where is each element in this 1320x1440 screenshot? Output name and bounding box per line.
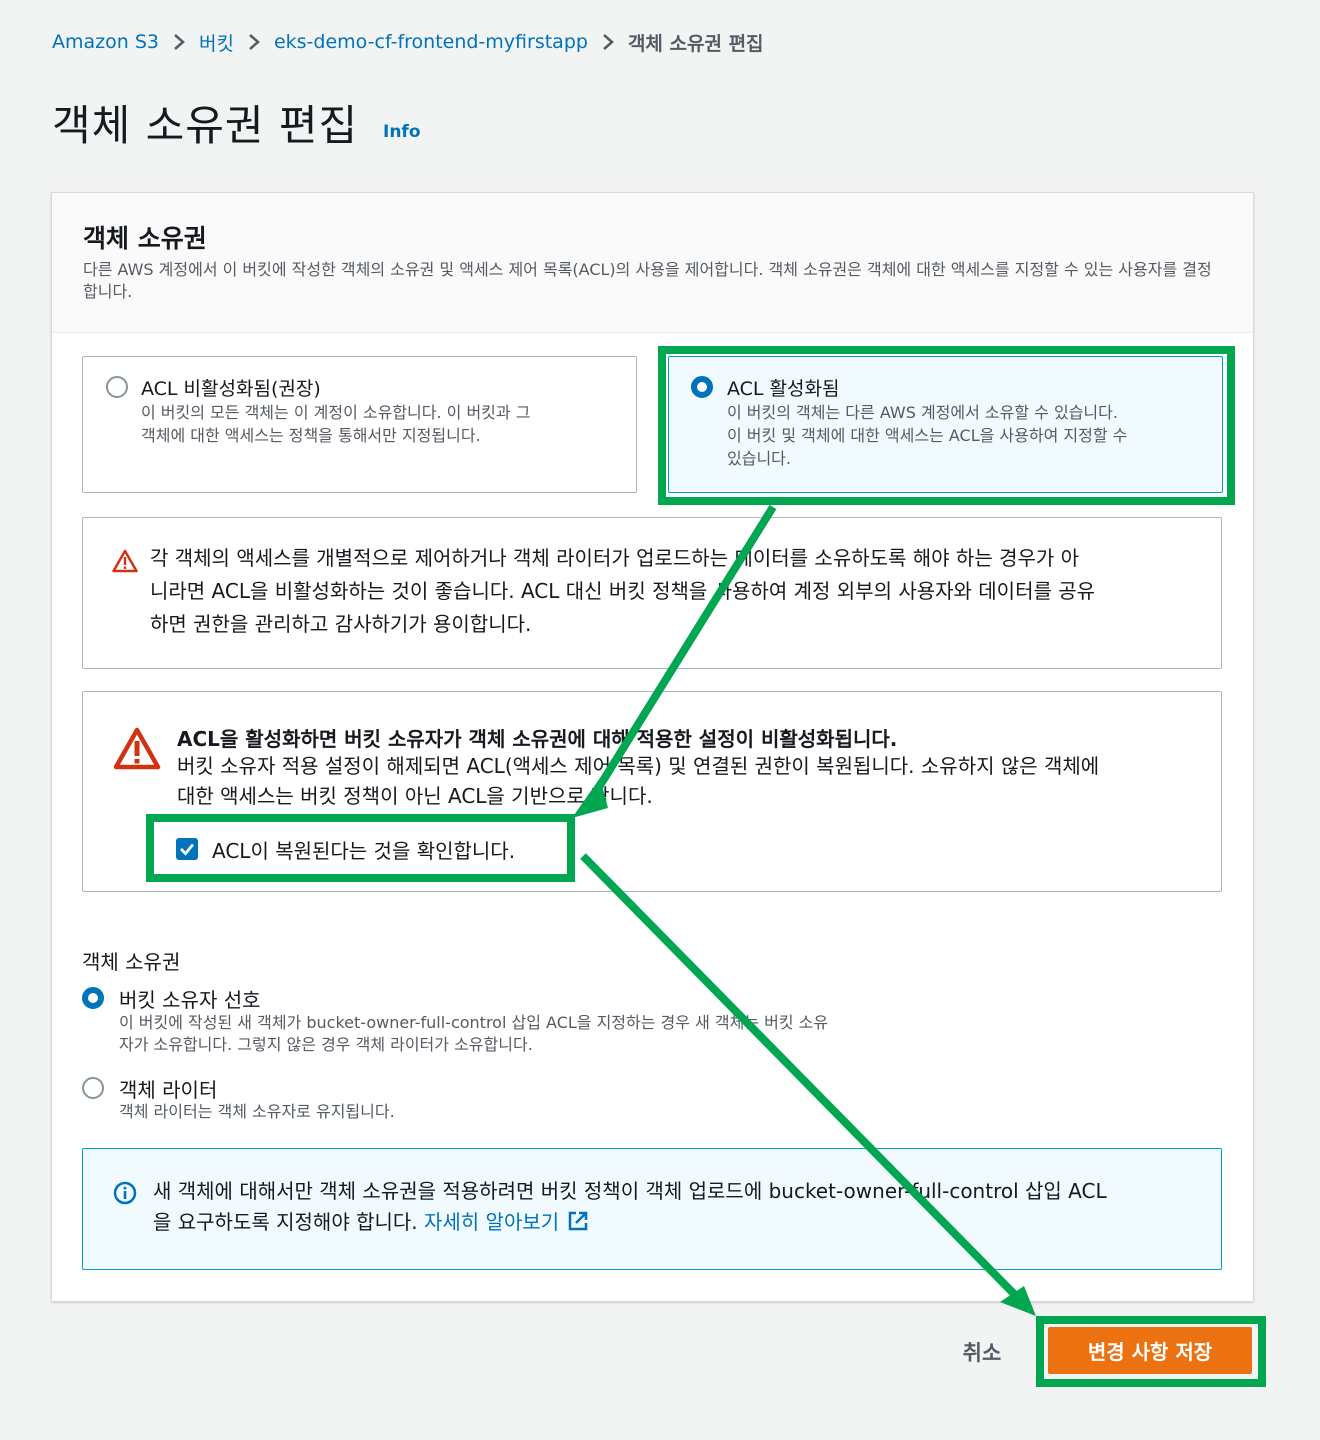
panel-title: 객체 소유권 <box>83 224 207 253</box>
acl-recommendation-alert: 각 객체의 액세스를 개별적으로 제어하거나 객체 라이터가 업로드하는 데이터… <box>82 517 1222 669</box>
page-title: 객체 소유권 편집 <box>52 101 359 150</box>
breadcrumb-link-bucket[interactable]: eks-demo-cf-frontend-myfirstapp <box>274 31 588 53</box>
acl-recommendation-text: 각 객체의 액세스를 개별적으로 제어하거나 객체 라이터가 업로드하는 데이터… <box>150 546 1096 636</box>
bucket-owner-preferred-desc: 이 버킷에 작성된 새 객체가 bucket-owner-full-contro… <box>119 1013 829 1054</box>
panel-description: 다른 AWS 계정에서 이 버킷에 작성한 객체의 소유권 및 액세스 제어 목… <box>83 260 1212 301</box>
highlight-acl-enabled <box>658 346 1235 505</box>
ownership-info-text: 새 객체에 대해서만 객체 소유권을 적용하려면 버킷 정책이 객체 업로드에 … <box>153 1176 1203 1241</box>
acl-disabled-title: ACL 비활성화됨(권장) <box>141 378 321 400</box>
chevron-right-icon <box>588 28 628 56</box>
object-writer-title[interactable]: 객체 라이터 <box>119 1074 217 1103</box>
chevron-right-icon <box>234 28 274 56</box>
chevron-right-icon <box>159 28 199 56</box>
highlight-save-button <box>1036 1316 1266 1387</box>
acl-disabled-desc: 이 버킷의 모든 객체는 이 계정이 소유합니다. 이 버킷과 그 객체에 대한… <box>141 403 531 445</box>
info-icon <box>113 1181 137 1209</box>
acl-disabled-radio[interactable] <box>106 376 128 398</box>
warning-icon <box>112 549 138 577</box>
highlight-confirm-checkbox <box>146 814 575 882</box>
bucket-owner-preferred-title[interactable]: 버킷 소유자 선호 <box>119 984 261 1013</box>
info-link[interactable]: Info <box>383 122 421 142</box>
ownership-label: 객체 소유권 <box>82 950 181 974</box>
breadcrumb: Amazon S3 버킷 eks-demo-cf-frontend-myfirs… <box>52 28 764 56</box>
panel-header: 객체 소유권 다른 AWS 계정에서 이 버킷에 작성한 객체의 소유권 및 액… <box>52 193 1253 333</box>
object-writer-radio[interactable] <box>82 1077 104 1099</box>
breadcrumb-link-buckets[interactable]: 버킷 <box>199 29 234 56</box>
object-writer-desc: 객체 라이터는 객체 소유자로 유지됩니다. <box>119 1102 395 1121</box>
breadcrumb-link-s3[interactable]: Amazon S3 <box>52 31 159 53</box>
bucket-owner-preferred-radio[interactable] <box>82 987 104 1009</box>
learn-more-link[interactable]: 자세히 알아보기 <box>424 1210 559 1234</box>
acl-warning-body: 버킷 소유자 적용 설정이 해제되면 ACL(액세스 제어 목록) 및 연결된 … <box>177 754 1100 808</box>
breadcrumb-current: 객체 소유권 편집 <box>627 32 764 55</box>
external-link-icon[interactable] <box>567 1210 589 1241</box>
cancel-button[interactable]: 취소 <box>944 1332 1020 1372</box>
ownership-info-alert: 새 객체에 대해서만 객체 소유권을 적용하려면 버킷 정책이 객체 업로드에 … <box>82 1148 1222 1270</box>
warning-icon <box>113 727 161 775</box>
acl-disabled-tile[interactable]: ACL 비활성화됨(권장) 이 버킷의 모든 객체는 이 계정이 소유합니다. … <box>82 356 637 493</box>
acl-warning-heading: ACL을 활성화하면 버킷 소유자가 객체 소유권에 대해 적용한 설정이 비활… <box>177 727 898 751</box>
